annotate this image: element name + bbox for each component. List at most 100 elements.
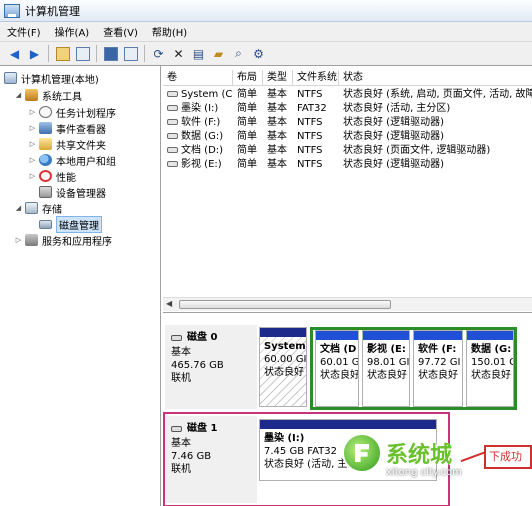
column-header-type[interactable]: 类型 bbox=[263, 70, 293, 86]
tree-label: 设备管理器 bbox=[56, 188, 106, 200]
expand-icon[interactable]: ▷ bbox=[28, 172, 37, 180]
scroll-left-icon[interactable]: ◀ bbox=[166, 299, 172, 308]
help-icon[interactable] bbox=[102, 45, 119, 62]
volume-icon bbox=[167, 133, 178, 139]
volume-status: 状态良好 (活动, 主分区) bbox=[343, 103, 451, 114]
refresh-icon[interactable]: ⟳ bbox=[150, 45, 167, 62]
menu-help[interactable]: 帮助(H) bbox=[145, 24, 194, 39]
tree-item-device-manager[interactable]: 设备管理器 bbox=[39, 184, 106, 200]
disk-icon bbox=[171, 334, 182, 341]
disk-kind: 基本 bbox=[171, 438, 191, 449]
volume-name: 墨染 (I:) bbox=[181, 103, 219, 114]
volume-layout: 简单 bbox=[237, 103, 257, 114]
extended-partition-highlight bbox=[310, 327, 517, 410]
volume-name: System (C:) bbox=[181, 89, 233, 100]
partition-status: 状态良好 bbox=[264, 367, 304, 378]
tree-item-performance[interactable]: ▷ 性能 bbox=[28, 168, 76, 184]
disk-size: 7.46 GB bbox=[171, 451, 212, 462]
disk-size: 465.76 GB bbox=[171, 360, 224, 371]
partition-bar bbox=[260, 420, 436, 429]
volume-row[interactable]: 数据 (G:) 简单 基本 NTFS 状态良好 (逻辑驱动器) bbox=[163, 130, 532, 144]
tree-item-shared-folders[interactable]: ▷ 共享文件夹 bbox=[28, 136, 106, 152]
watermark-brand: 系统城 bbox=[386, 443, 453, 468]
tree-item-system-tools[interactable]: ◢ 系统工具 bbox=[14, 87, 82, 103]
volume-row[interactable]: 软件 (F:) 简单 基本 NTFS 状态良好 (逻辑驱动器) bbox=[163, 116, 532, 130]
volume-layout: 简单 bbox=[237, 89, 257, 100]
properties-icon[interactable]: ▤ bbox=[190, 45, 207, 62]
column-header-filesystem[interactable]: 文件系统 bbox=[293, 70, 339, 86]
tree-label: 任务计划程序 bbox=[56, 108, 116, 120]
watermark: 系统城 xitong city.com 下成功 bbox=[342, 433, 532, 506]
menu-view[interactable]: 查看(V) bbox=[96, 24, 145, 39]
expand-icon[interactable]: ▷ bbox=[14, 236, 23, 244]
forward-arrow-icon[interactable]: ▶ bbox=[26, 45, 43, 62]
scrollbar-thumb[interactable] bbox=[179, 300, 391, 309]
column-header-layout[interactable]: 布局 bbox=[233, 70, 263, 86]
disk-icon bbox=[39, 219, 52, 229]
tree-item-disk-management[interactable]: 磁盘管理 bbox=[39, 215, 102, 233]
collapse-icon[interactable]: ◢ bbox=[14, 204, 23, 212]
volume-layout: 简单 bbox=[237, 145, 257, 156]
tree-item-event-viewer[interactable]: ▷ 事件查看器 bbox=[28, 120, 106, 136]
tree-item-root[interactable]: 计算机管理(本地) bbox=[4, 70, 99, 86]
column-header-status[interactable]: 状态 bbox=[339, 70, 532, 86]
partition-name: System bbox=[264, 341, 306, 352]
volume-row[interactable]: 文档 (D:) 简单 基本 NTFS 状态良好 (页面文件, 逻辑驱动器) bbox=[163, 144, 532, 158]
volume-filesystem: FAT32 bbox=[297, 103, 327, 114]
tree-label: 性能 bbox=[56, 172, 76, 184]
expand-icon[interactable]: ▷ bbox=[28, 156, 37, 164]
disk-kind: 基本 bbox=[171, 347, 191, 358]
volume-type: 基本 bbox=[267, 117, 287, 128]
clock-icon bbox=[39, 106, 52, 118]
shared-folder-icon bbox=[39, 138, 52, 150]
tree-item-storage[interactable]: ◢ 存储 bbox=[14, 200, 62, 216]
navigation-tree: 计算机管理(本地) ◢ 系统工具 ▷ 任务计划程序 ▷ 事件查看器 ▷ 共享文件… bbox=[0, 66, 161, 506]
settings-icon[interactable]: ⚙ bbox=[250, 45, 267, 62]
expand-icon[interactable]: ▷ bbox=[28, 124, 37, 132]
show-hide-tree-icon[interactable] bbox=[74, 45, 91, 62]
partition-size: 60.00 GI bbox=[264, 354, 307, 365]
title-bar: 计算机管理 bbox=[0, 0, 532, 22]
column-header-volume[interactable]: 卷 bbox=[163, 70, 233, 86]
volume-layout: 简单 bbox=[237, 159, 257, 170]
disk-1-info[interactable]: 磁盘 1 基本 7.46 GB 联机 bbox=[165, 416, 257, 503]
toolbar-separator bbox=[144, 45, 145, 62]
open-icon[interactable]: ▰ bbox=[210, 45, 227, 62]
expand-icon[interactable]: ▷ bbox=[28, 108, 37, 116]
horizontal-scrollbar[interactable]: ◀ bbox=[163, 297, 532, 311]
volume-row[interactable]: 影视 (E:) 简单 基本 NTFS 状态良好 (逻辑驱动器) bbox=[163, 158, 532, 172]
delete-icon[interactable]: ✕ bbox=[170, 45, 187, 62]
tree-item-local-users[interactable]: ▷ 本地用户和组 bbox=[28, 152, 116, 168]
toolbar-separator bbox=[48, 45, 49, 62]
volume-status: 状态良好 (逻辑驱动器) bbox=[343, 117, 444, 128]
users-icon bbox=[39, 154, 52, 166]
menu-file[interactable]: 文件(F) bbox=[0, 24, 48, 39]
back-arrow-icon[interactable]: ◀ bbox=[6, 45, 23, 62]
expand-icon[interactable]: ▷ bbox=[28, 140, 37, 148]
up-folder-icon[interactable] bbox=[54, 45, 71, 62]
disk-icon bbox=[171, 425, 182, 432]
volume-status: 状态良好 (系统, 启动, 页面文件, 活动, 故障 bbox=[343, 89, 532, 100]
volume-filesystem: NTFS bbox=[297, 89, 323, 100]
volume-type: 基本 bbox=[267, 159, 287, 170]
toolbar: ◀ ▶ ⟳ ✕ ▤ ▰ ⌕ ⚙ bbox=[0, 42, 532, 66]
disk-0-info[interactable]: 磁盘 0 基本 465.76 GB 联机 bbox=[165, 325, 257, 409]
volume-row[interactable]: System (C:) 简单 基本 NTFS 状态良好 (系统, 启动, 页面文… bbox=[163, 88, 532, 102]
volume-status: 状态良好 (页面文件, 逻辑驱动器) bbox=[343, 145, 491, 156]
volume-icon bbox=[167, 119, 178, 125]
partition-system[interactable]: System 60.00 GI 状态良好 bbox=[259, 327, 307, 407]
tree-label: 计算机管理(本地) bbox=[21, 74, 99, 86]
volume-type: 基本 bbox=[267, 145, 287, 156]
volume-type: 基本 bbox=[267, 89, 287, 100]
volume-name: 软件 (F:) bbox=[181, 117, 221, 128]
console-icon[interactable] bbox=[122, 45, 139, 62]
performance-icon bbox=[39, 170, 52, 182]
collapse-icon[interactable]: ◢ bbox=[14, 91, 23, 99]
volume-row[interactable]: 墨染 (I:) 简单 基本 FAT32 状态良好 (活动, 主分区) bbox=[163, 102, 532, 116]
tree-item-services[interactable]: ▷ 服务和应用程序 bbox=[14, 232, 112, 248]
tree-item-task-scheduler[interactable]: ▷ 任务计划程序 bbox=[28, 104, 116, 120]
search-icon[interactable]: ⌕ bbox=[230, 45, 247, 62]
disk-name: 磁盘 0 bbox=[187, 332, 218, 343]
menu-action[interactable]: 操作(A) bbox=[48, 24, 97, 39]
volume-list-header: 卷 布局 类型 文件系统 状态 bbox=[163, 70, 532, 86]
